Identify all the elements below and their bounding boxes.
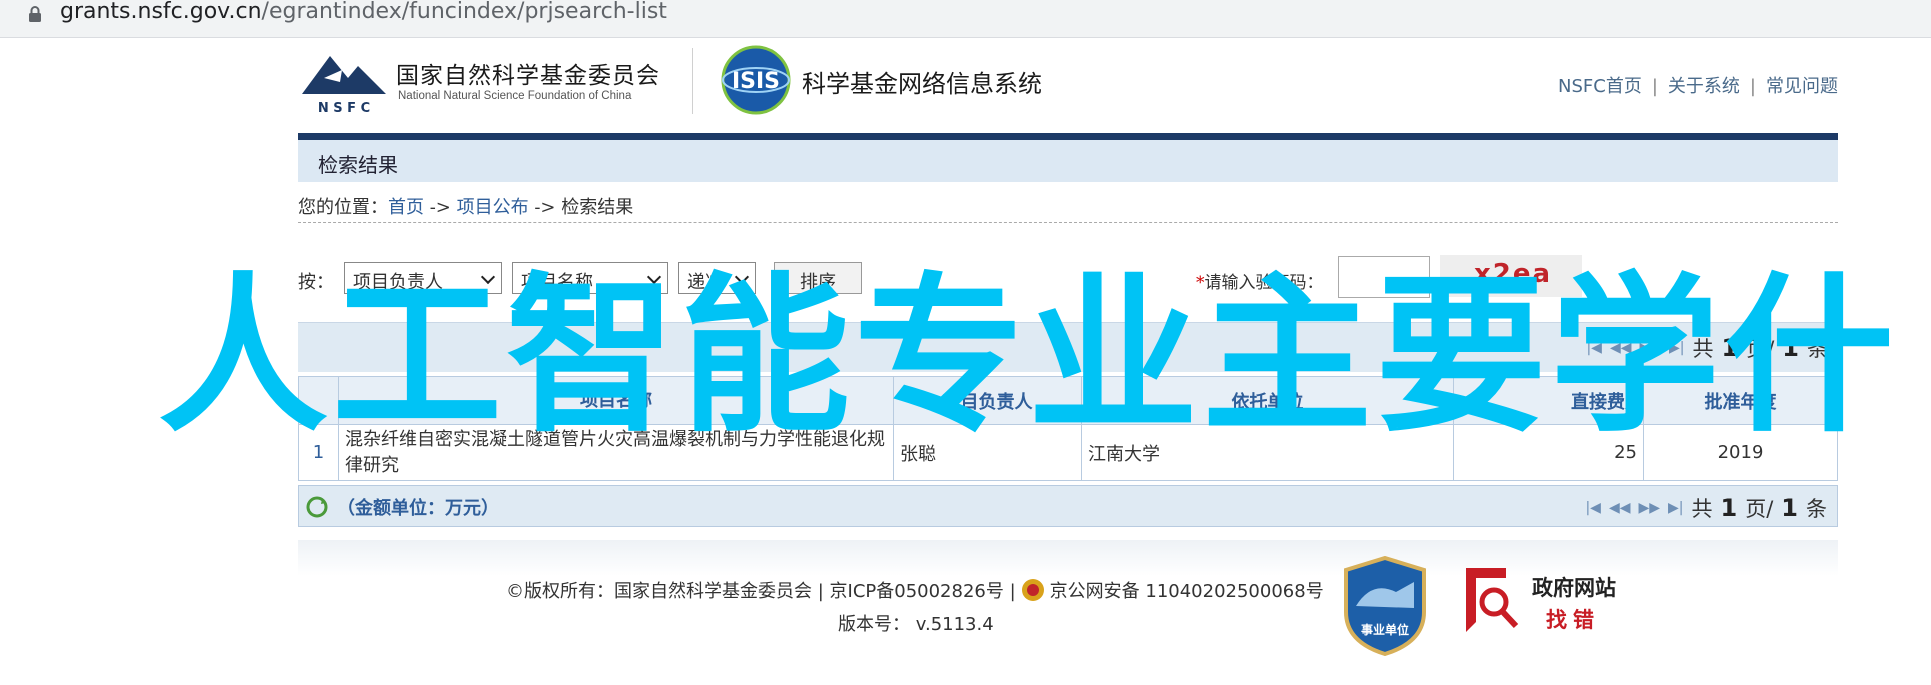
breadcrumb-current: 检索结果 (561, 197, 634, 218)
police-record-text[interactable]: 京公网安备 11040202500068号 (1050, 577, 1324, 603)
link-faq[interactable]: 常见问题 (1766, 76, 1838, 97)
header-divider (692, 48, 693, 114)
url-path: /egrantindex/funcindex/prjsearch-list (261, 0, 667, 24)
nsfc-letters: N S F C (318, 101, 370, 114)
browser-url-bar[interactable]: grants.nsfc.gov.cn/egrantindex/funcindex… (0, 0, 1931, 38)
pager-total: 1 (1781, 494, 1798, 522)
page-title: 检索结果 (318, 153, 398, 177)
breadcrumb-home[interactable]: 首页 (388, 197, 424, 218)
link-nsfc-home[interactable]: NSFC首页 (1558, 76, 1642, 97)
badge-unit-text: 事业单位 (1361, 622, 1409, 637)
overlay-title: 人工智能专业主要学什 (158, 258, 1899, 456)
breadcrumb-prefix: 您的位置： (298, 197, 388, 218)
link-about-system[interactable]: 关于系统 (1668, 76, 1740, 97)
gov-badge-line2: 找错 (1546, 608, 1600, 632)
gov-site-error-badge[interactable]: 政府网站 找错 (1460, 560, 1620, 640)
first-page-icon[interactable]: |◀ (1585, 500, 1600, 516)
amount-unit-text: （金额单位：万元） (337, 498, 499, 519)
pager-pages-suffix: 页/ (1745, 497, 1774, 521)
lock-icon (29, 6, 41, 22)
pager-total-prefix: 共 (1691, 497, 1713, 521)
prev-page-icon[interactable]: ◀◀ (1609, 500, 1631, 516)
footer-version: 版本号： v.5113.4 (838, 614, 994, 635)
page-title-bar: 检索结果 (298, 140, 1838, 182)
isis-logo[interactable]: ISIS (720, 44, 792, 116)
nav-bar (298, 133, 1838, 140)
police-badge-icon (1021, 579, 1044, 601)
public-institution-badge[interactable]: 事业单位 (1342, 556, 1428, 656)
breadcrumb-sep: -> (424, 197, 457, 218)
nsfc-logo[interactable]: N S F C (300, 48, 388, 114)
footer-copyright: ©版权所有：国家自然科学基金委员会 | 京ICP备05002826号 | 京公网… (506, 577, 1324, 603)
link-separator: | (1749, 76, 1756, 97)
pager-bottom-controls: |◀ ◀◀ ▶▶ ▶| 共 1 页/ 1 条 (1585, 493, 1827, 523)
breadcrumb-project-public[interactable]: 项目公布 (457, 197, 529, 218)
last-page-icon[interactable]: ▶| (1668, 500, 1683, 516)
gov-badge-line1: 政府网站 (1532, 576, 1616, 600)
amount-unit-note: （金额单位：万元） (305, 494, 499, 520)
next-page-icon[interactable]: ▶▶ (1638, 500, 1660, 516)
magnifier-icon (1466, 568, 1519, 632)
breadcrumb: 您的位置：首页 -> 项目公布 -> 检索结果 (298, 193, 1838, 223)
top-links: NSFC首页 | 关于系统 | 常见问题 (1558, 72, 1838, 98)
address-text[interactable]: grants.nsfc.gov.cn/egrantindex/funcindex… (60, 0, 667, 24)
pager-current: 1 (1720, 494, 1738, 522)
breadcrumb-sep: -> (528, 197, 562, 218)
pager-bottom: （金额单位：万元） |◀ ◀◀ ▶▶ ▶| 共 1 页/ 1 条 (298, 485, 1838, 527)
link-separator: | (1651, 76, 1658, 97)
org-name-en: National Natural Science Foundation of C… (398, 90, 632, 102)
site-header: N S F C 国家自然科学基金委员会 National Natural Sci… (296, 42, 1838, 132)
isis-text: ISIS (732, 69, 780, 94)
refresh-icon[interactable] (305, 495, 329, 519)
url-host: grants.nsfc.gov.cn (60, 0, 262, 24)
pager-items-suffix: 条 (1806, 497, 1827, 521)
org-name-cn: 国家自然科学基金委员会 (396, 63, 660, 89)
system-name: 科学基金网络信息系统 (802, 70, 1042, 98)
copyright-text: ©版权所有：国家自然科学基金委员会 | 京ICP备05002826号 | (506, 581, 1016, 602)
